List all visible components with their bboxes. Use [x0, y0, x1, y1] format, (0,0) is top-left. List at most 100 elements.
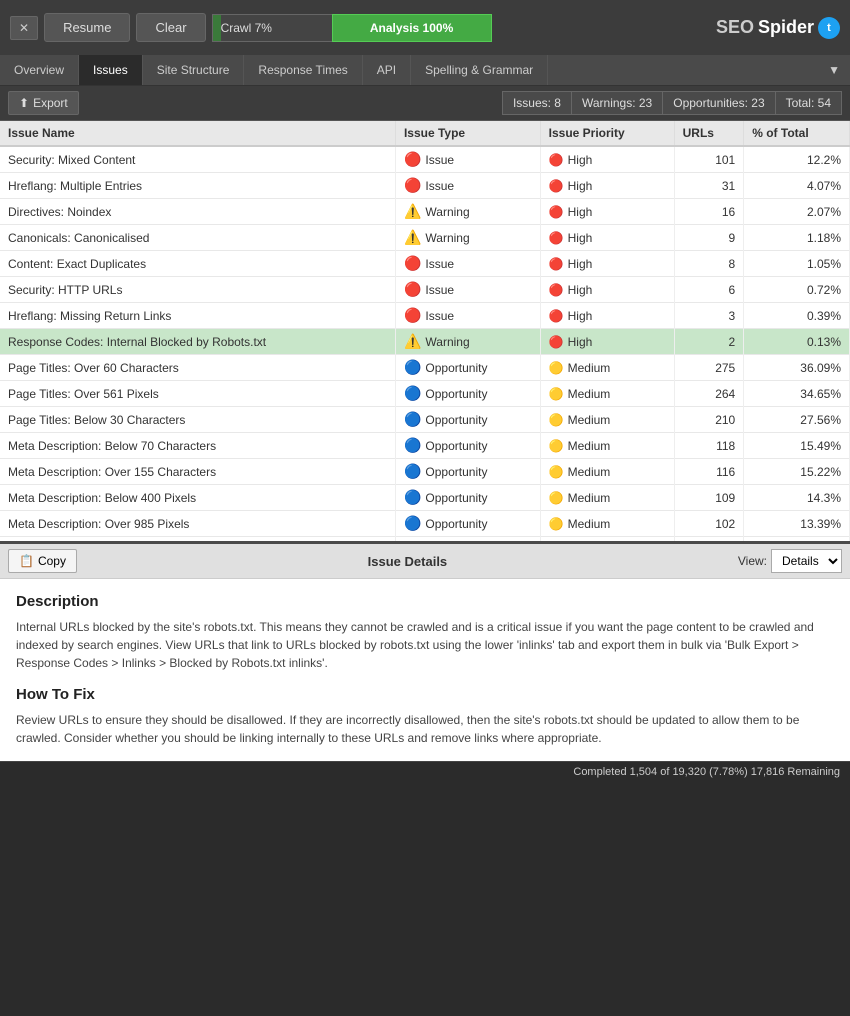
cell-urls: 6 — [674, 277, 744, 303]
analysis-bar[interactable]: Analysis 100% — [332, 14, 492, 42]
table-row[interactable]: Meta Description: Below 400 Pixels 🔵 Opp… — [0, 485, 850, 511]
cell-urls: 102 — [674, 511, 744, 537]
table-row[interactable]: Security: Mixed Content 🔴 Issue 🔴 High 1… — [0, 146, 850, 173]
priority-icon: 🔴 — [549, 205, 564, 219]
type-icon: 🔵 — [404, 411, 421, 428]
type-label: Issue — [425, 257, 454, 271]
opportunities-count-badge: Opportunities: 23 — [662, 91, 774, 115]
cell-type: 🔴 Issue — [395, 173, 540, 199]
tab-spelling[interactable]: Spelling & Grammar — [411, 55, 548, 85]
cell-urls: 210 — [674, 407, 744, 433]
twitter-icon[interactable]: t — [818, 17, 840, 39]
issues-table-container: Issue Name Issue Type Issue Priority URL… — [0, 121, 850, 541]
priority-icon: 🔴 — [549, 335, 564, 349]
cell-priority: 🔴 High — [540, 303, 674, 329]
cell-urls: 31 — [674, 173, 744, 199]
cell-urls: 101 — [674, 146, 744, 173]
type-label: Warning — [425, 335, 469, 349]
cell-type: 🔵 Opportunity — [395, 433, 540, 459]
tab-site-structure[interactable]: Site Structure — [143, 55, 245, 85]
table-row[interactable]: Meta Description: Below 70 Characters 🔵 … — [0, 433, 850, 459]
view-select[interactable]: Details — [771, 549, 842, 573]
col-issue-priority: Issue Priority — [540, 121, 674, 146]
cell-name: Meta Description: Below 70 Characters — [0, 433, 395, 459]
type-icon: 🔵 — [404, 489, 421, 506]
priority-label: High — [568, 179, 593, 193]
table-row[interactable]: Security: HTTP URLs 🔴 Issue 🔴 High 6 0.7… — [0, 277, 850, 303]
priority-label: High — [568, 283, 593, 297]
cell-type: 🔵 Opportunity — [395, 355, 540, 381]
cell-urls: 3 — [674, 303, 744, 329]
issues-count-badge: Issues: 8 — [502, 91, 571, 115]
view-label: View: — [738, 554, 767, 568]
type-icon: 🔴 — [404, 177, 421, 194]
priority-icon: 🟡 — [549, 387, 564, 401]
clear-button[interactable]: Clear — [136, 13, 205, 42]
table-row[interactable]: Response Codes: Internal Blocked by Robo… — [0, 329, 850, 355]
cell-priority: 🔴 High — [540, 329, 674, 355]
cell-urls: 109 — [674, 485, 744, 511]
tab-overview[interactable]: Overview — [0, 55, 79, 85]
cell-name: Page Titles: Below 30 Characters — [0, 407, 395, 433]
table-row[interactable]: Content: Exact Duplicates 🔴 Issue 🔴 High… — [0, 251, 850, 277]
priority-icon: 🟡 — [549, 413, 564, 427]
cell-name: Directives: Noindex — [0, 199, 395, 225]
type-icon: ⚠️ — [404, 203, 421, 220]
cell-type: ⚠️ Warning — [395, 329, 540, 355]
cell-urls: 2 — [674, 329, 744, 355]
issues-counts: Issues: 8 Warnings: 23 Opportunities: 23… — [502, 91, 842, 115]
export-button[interactable]: ⬆ Export — [8, 91, 79, 115]
cell-percent: 12.2% — [744, 146, 850, 173]
export-label: Export — [33, 96, 68, 110]
tabs-dropdown-arrow[interactable]: ▼ — [818, 55, 850, 85]
warnings-count-badge: Warnings: 23 — [571, 91, 662, 115]
col-percent: % of Total — [744, 121, 850, 146]
tab-response-times[interactable]: Response Times — [244, 55, 362, 85]
brand: SEO Spider t — [716, 17, 840, 39]
type-icon: 🔵 — [404, 437, 421, 454]
type-icon: 🔵 — [404, 463, 421, 480]
cell-percent: 1.05% — [744, 251, 850, 277]
cell-name: Hreflang: Missing Return Links — [0, 303, 395, 329]
table-row[interactable]: Page Titles: Below 30 Characters 🔵 Oppor… — [0, 407, 850, 433]
priority-label: High — [568, 335, 593, 349]
cell-urls: 264 — [674, 381, 744, 407]
table-row[interactable]: Page Titles: Over 561 Pixels 🔵 Opportuni… — [0, 381, 850, 407]
type-icon: 🔴 — [404, 281, 421, 298]
tab-api[interactable]: API — [363, 55, 411, 85]
type-label: Opportunity — [425, 465, 487, 479]
cell-name: Response Codes: Internal Blocked by Robo… — [0, 329, 395, 355]
table-header-row: Issue Name Issue Type Issue Priority URL… — [0, 121, 850, 146]
how-to-fix-text: Review URLs to ensure they should be dis… — [16, 711, 834, 747]
priority-icon: 🟡 — [549, 517, 564, 531]
cell-name: Page Titles: Over 561 Pixels — [0, 381, 395, 407]
cell-priority: 🔴 High — [540, 277, 674, 303]
close-button[interactable]: ✕ — [10, 16, 38, 40]
cell-type: 🔵 Opportunity — [395, 407, 540, 433]
cell-percent: 27.56% — [744, 407, 850, 433]
table-row[interactable]: Meta Description: Over 155 Characters 🔵 … — [0, 459, 850, 485]
toolbar: ✕ Resume Clear Crawl 7% Analysis 100% SE… — [0, 0, 850, 55]
resume-button[interactable]: Resume — [44, 13, 130, 42]
cell-priority: 🟡 Medium — [540, 433, 674, 459]
cell-name: Security: HTTP URLs — [0, 277, 395, 303]
export-icon: ⬆ — [19, 96, 29, 110]
table-row[interactable]: Hreflang: Multiple Entries 🔴 Issue 🔴 Hig… — [0, 173, 850, 199]
cell-percent: 13.39% — [744, 511, 850, 537]
copy-button[interactable]: 📋 Copy — [8, 549, 77, 573]
cell-urls: 9 — [674, 225, 744, 251]
table-row[interactable]: Hreflang: Missing Return Links 🔴 Issue 🔴… — [0, 303, 850, 329]
priority-label: High — [568, 309, 593, 323]
cell-priority: 🔴 High — [540, 225, 674, 251]
cell-priority: 🔴 High — [540, 199, 674, 225]
table-row[interactable]: Meta Description: Over 985 Pixels 🔵 Oppo… — [0, 511, 850, 537]
cell-priority: 🟡 Medium — [540, 459, 674, 485]
table-row[interactable]: Page Titles: Over 60 Characters 🔵 Opport… — [0, 355, 850, 381]
priority-icon: 🔴 — [549, 283, 564, 297]
table-row[interactable]: Canonicals: Canonicalised ⚠️ Warning 🔴 H… — [0, 225, 850, 251]
tab-issues[interactable]: Issues — [79, 55, 143, 85]
total-count-badge: Total: 54 — [775, 91, 842, 115]
cell-percent: 0.39% — [744, 303, 850, 329]
table-row[interactable]: Directives: Noindex ⚠️ Warning 🔴 High 16… — [0, 199, 850, 225]
type-icon: 🔴 — [404, 151, 421, 168]
